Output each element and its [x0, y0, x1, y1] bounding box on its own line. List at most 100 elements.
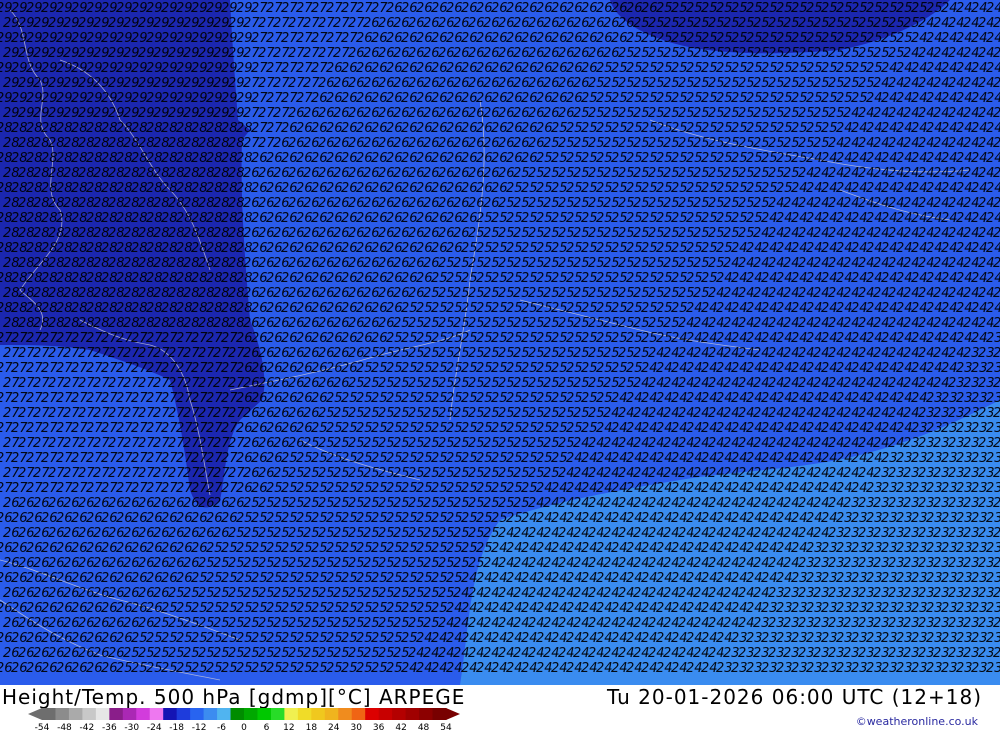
color-scale	[28, 708, 460, 720]
scale-label: 18	[305, 723, 318, 733]
contour-value-label: 23	[986, 511, 1000, 526]
scale-swatch	[82, 708, 97, 720]
scale-label: -24	[146, 723, 162, 733]
scale-swatch	[55, 708, 70, 720]
contour-value-label: 23	[993, 316, 1000, 331]
contour-value-label: 24	[986, 151, 1000, 166]
contour-value-label: 23	[993, 496, 1000, 511]
scale-swatch	[365, 708, 380, 720]
contour-value-label: 24	[986, 31, 1000, 46]
contour-value-label: 24	[993, 226, 1000, 241]
contour-value-label: 23	[986, 571, 1000, 586]
map-valid-time: Tu 20-01-2026 06:00 UTC (12+18)	[606, 685, 982, 709]
contour-value-label: 24	[993, 16, 1000, 31]
map-title: Height/Temp. 500 hPa [gdmp][°C] ARPEGE	[2, 685, 466, 709]
scale-swatch	[122, 708, 137, 720]
contour-value-label: 23	[986, 481, 1000, 496]
contour-value-label: 24	[986, 121, 1000, 136]
scale-label: 54	[440, 723, 452, 733]
contour-value-label: 24	[993, 76, 1000, 91]
scale-label: 30	[350, 723, 362, 733]
scale-swatch	[149, 708, 164, 720]
scale-label: -42	[79, 723, 95, 733]
scale-swatch	[419, 708, 434, 720]
contour-value-label: 23	[993, 376, 1000, 391]
map-footer: Height/Temp. 500 hPa [gdmp][°C] ARPEGE T…	[0, 685, 1000, 733]
scale-label: -30	[124, 723, 140, 733]
contour-value-label: 24	[986, 241, 1000, 256]
contour-value-label: 23	[986, 421, 1000, 436]
scale-label: 42	[395, 723, 407, 733]
scale-swatch	[284, 708, 299, 720]
scale-swatch	[270, 708, 285, 720]
scale-label: -48	[57, 723, 72, 733]
scale-swatch	[190, 708, 205, 720]
scale-label: 48	[417, 723, 430, 733]
contour-value-label: 23	[993, 646, 1000, 661]
contour-value-label: 23	[986, 361, 1000, 376]
contour-value-label: 23	[993, 346, 1000, 361]
scale-swatch	[432, 708, 447, 720]
scale-label: 24	[328, 723, 340, 733]
scale-swatch	[324, 708, 339, 720]
contour-value-label: 24	[993, 196, 1000, 211]
scale-arrow-right	[446, 708, 460, 720]
contour-value-label: 24	[986, 61, 1000, 76]
scale-swatch	[176, 708, 191, 720]
contour-value-label: 23	[993, 466, 1000, 481]
scale-swatch	[203, 708, 218, 720]
color-scale-labels: -54 -48 -42 -36 -30 -24 -18 -12 -6 0 6 12 18 24 30 36 42…	[28, 723, 468, 733]
scale-swatch	[109, 708, 124, 720]
scale-label: -12	[191, 723, 207, 733]
scale-label: -6	[217, 723, 227, 733]
contour-value-label: 24	[993, 106, 1000, 121]
scale-swatch	[338, 708, 353, 720]
contour-value-label: 24	[993, 256, 1000, 271]
contour-value-label: 23	[986, 631, 1000, 646]
contour-value-label: 24	[993, 286, 1000, 301]
contour-value-label: 24	[993, 136, 1000, 151]
scale-swatch	[136, 708, 151, 720]
scale-swatch	[95, 708, 110, 720]
contour-value-label: 23	[993, 406, 1000, 421]
contour-value-label: 23	[986, 451, 1000, 466]
contour-value-label: 23	[986, 601, 1000, 616]
scale-label: 0	[241, 723, 247, 733]
scale-label: 36	[372, 723, 385, 733]
contour-value-label: 24	[986, 91, 1000, 106]
contour-value-label: 23	[993, 616, 1000, 631]
scale-swatch	[163, 708, 178, 720]
contour-value-label: 23	[993, 526, 1000, 541]
contour-value-label: 23	[993, 586, 1000, 601]
credit-link[interactable]: ©weatheronline.co.uk	[856, 715, 978, 728]
contour-value-label: 23	[993, 436, 1000, 451]
scale-label: -54	[34, 723, 50, 733]
contour-value-label: 24	[986, 211, 1000, 226]
contour-value-label: 24	[986, 271, 1000, 286]
contour-value-label: 23	[986, 331, 1000, 346]
contour-value-label: 23	[986, 391, 1000, 406]
scale-swatch	[378, 708, 393, 720]
scale-swatch	[244, 708, 258, 720]
contour-value-label: 24	[986, 1, 1000, 16]
contour-value-field: 2929292929292929292929292929292929272727…	[0, 1, 1000, 676]
scale-swatch	[42, 708, 56, 720]
scale-label: -18	[169, 723, 185, 733]
scale-swatch	[351, 708, 366, 720]
scale-arrow-left	[28, 708, 42, 720]
scale-label: -36	[101, 723, 117, 733]
contour-value-label: 23	[993, 556, 1000, 571]
contour-value-label: 24	[993, 46, 1000, 61]
contour-value-label: 24	[986, 181, 1000, 196]
scale-swatch	[297, 708, 312, 720]
map-canvas: 2929292929292929292929292929292929272727…	[0, 0, 1000, 685]
weather-map: 2929292929292929292929292929292929272727…	[0, 0, 1000, 685]
scale-swatch	[217, 708, 232, 720]
contour-value-label: 23	[986, 541, 1000, 556]
scale-label: 12	[283, 723, 295, 733]
contour-value-label: 23	[986, 661, 1000, 676]
scale-swatch	[230, 708, 245, 720]
scale-swatch	[68, 708, 83, 720]
scale-label: 6	[263, 723, 270, 733]
scale-swatch	[311, 708, 326, 720]
